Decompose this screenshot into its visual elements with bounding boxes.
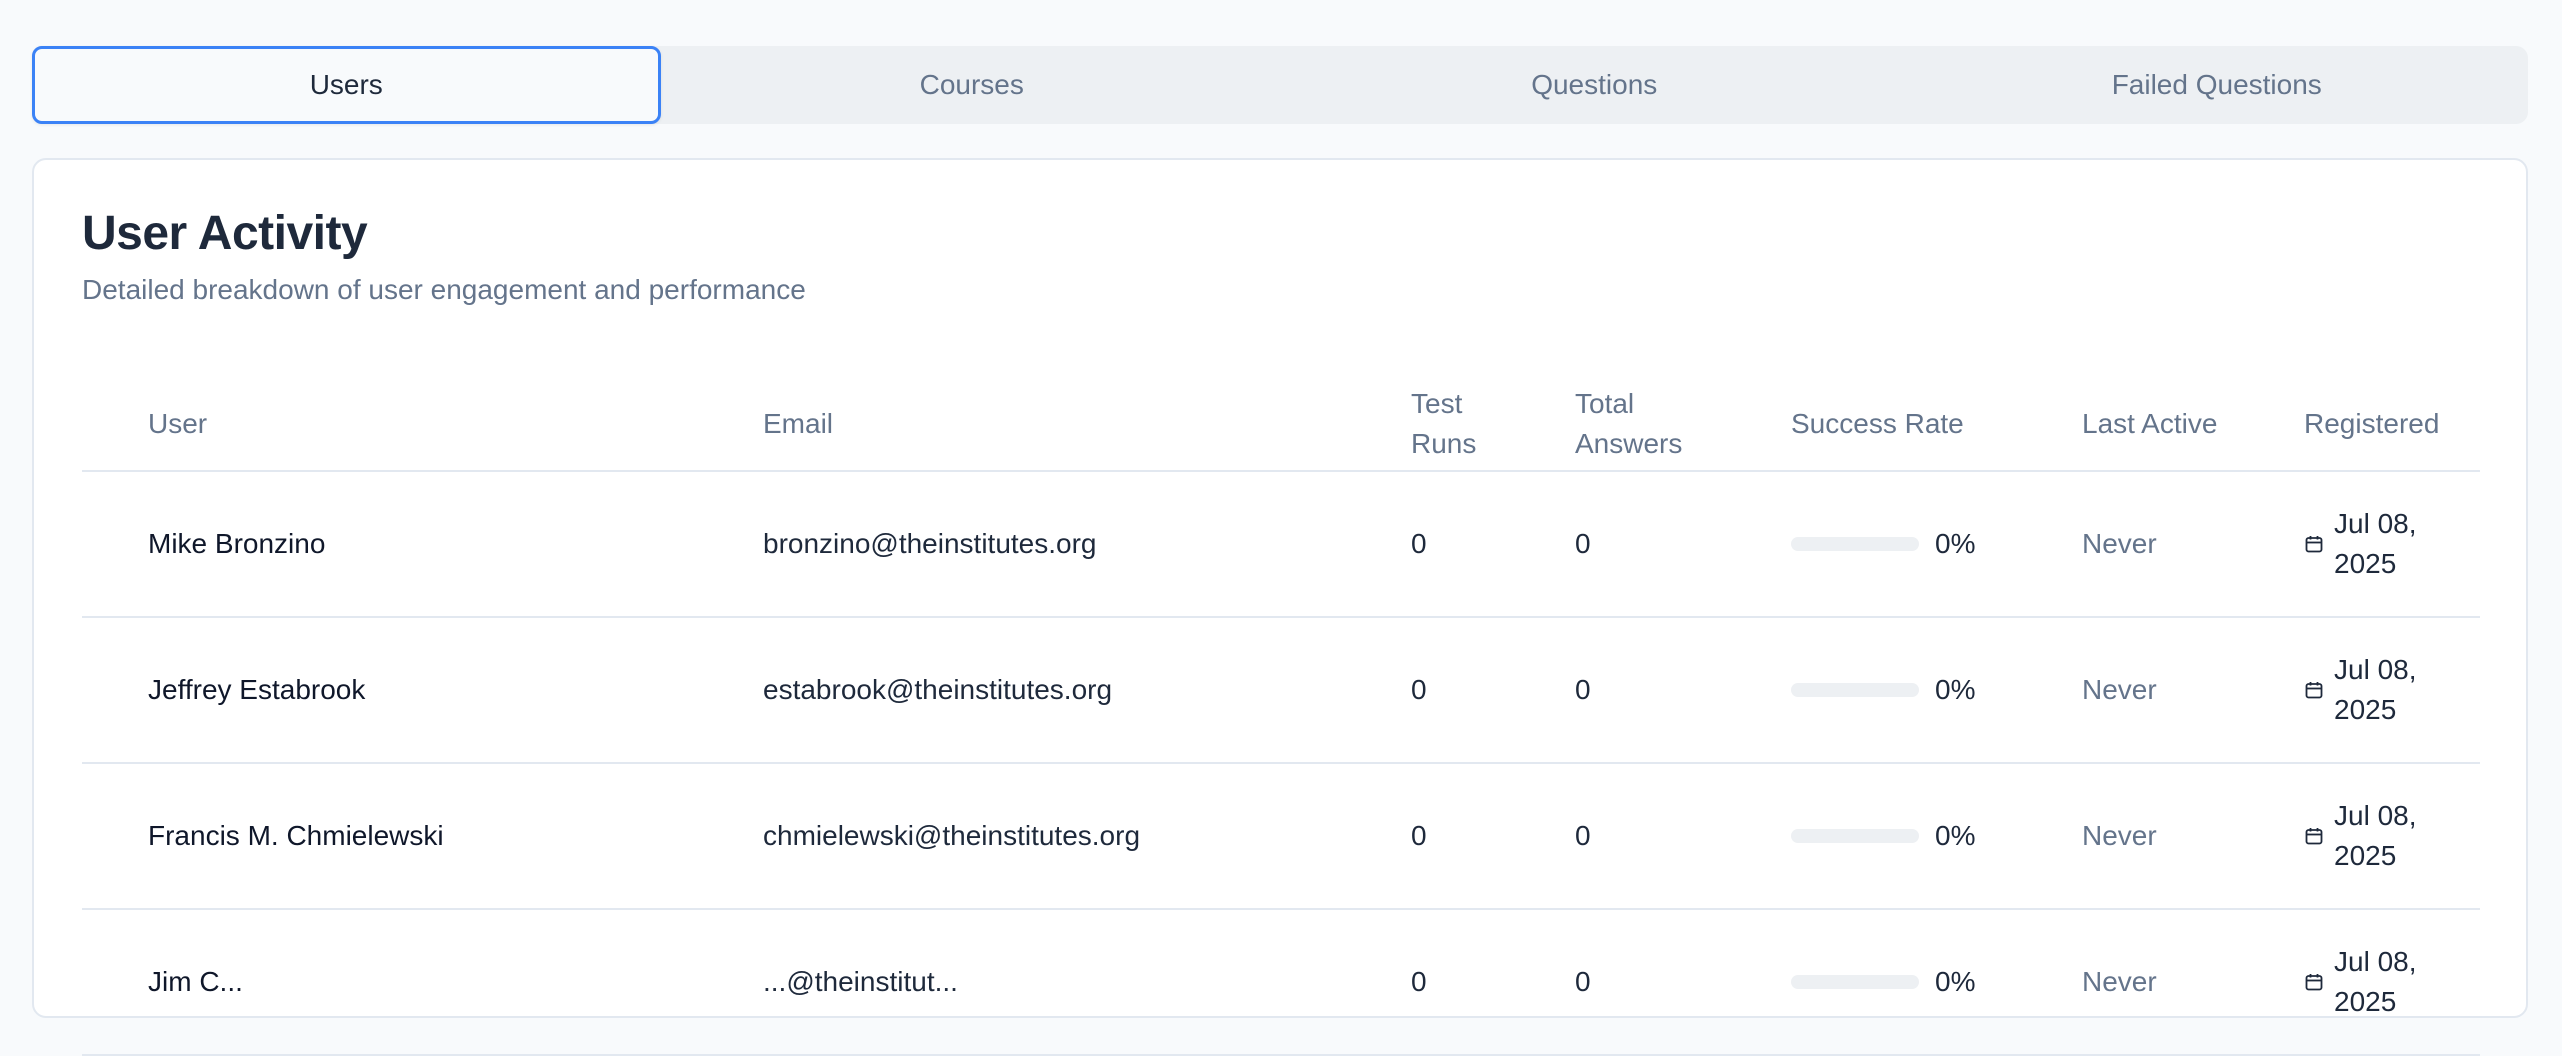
table-row[interactable]: Jeffrey Estabrook estabrook@theinstitutes… (82, 618, 2480, 764)
last-active-value: Never (2082, 528, 2157, 559)
user-activity-table: User Email Test Runs Total Answers Succe… (82, 360, 2480, 1056)
calendar-icon (2304, 534, 2324, 554)
total-answers-value: 0 (1575, 528, 1591, 559)
header-success-rate[interactable]: Success Rate (1791, 404, 1964, 444)
calendar-icon (2304, 972, 2324, 992)
last-active-value: Never (2082, 966, 2157, 997)
success-rate-value: 0% (1935, 966, 1976, 997)
registered-date: Jul 08, 2025 (2334, 800, 2417, 871)
tab-failed-questions[interactable]: Failed Questions (1906, 46, 2529, 124)
calendar-icon (2304, 826, 2324, 846)
header-user[interactable]: User (148, 404, 207, 444)
success-rate-value: 0% (1935, 820, 1976, 851)
success-rate-bar (1791, 829, 1919, 843)
user-name: Francis M. Chmielewski (148, 820, 444, 851)
header-last-active[interactable]: Last Active (2082, 404, 2217, 444)
registered-cell: Jul 08, 2025 (2304, 650, 2444, 730)
success-rate-bar (1791, 537, 1919, 551)
header-total-answers[interactable]: Total Answers (1575, 384, 1695, 464)
test-runs-value: 0 (1411, 674, 1427, 705)
table-row[interactable]: Jim C... ...@theinstitut... 0 0 0% Never Jul 0… (82, 910, 2480, 1056)
card-subtitle: Detailed breakdown of user engagement an… (82, 274, 806, 305)
registered-date: Jul 08, 2025 (2334, 654, 2417, 725)
user-email: chmielewski@theinstitutes.org (763, 820, 1141, 851)
test-runs-value: 0 (1411, 966, 1427, 997)
table-header: User Email Test Runs Total Answers Succe… (82, 360, 2480, 472)
tab-questions[interactable]: Questions (1283, 46, 1906, 124)
user-email: bronzino@theinstitutes.org (763, 528, 1097, 559)
user-name: Mike Bronzino (148, 528, 326, 559)
tab-users[interactable]: Users (32, 46, 661, 124)
header-test-runs[interactable]: Test Runs (1411, 384, 1531, 464)
card-title: User Activity (82, 207, 368, 260)
registered-cell: Jul 08, 2025 (2304, 942, 2444, 1022)
success-rate-bar (1791, 683, 1919, 697)
user-name: Jim C... (148, 966, 243, 997)
total-answers-value: 0 (1575, 820, 1591, 851)
user-activity-card: User Activity Detailed breakdown of user… (32, 158, 2528, 1056)
header-registered[interactable]: Registered (2304, 404, 2439, 444)
last-active-value: Never (2082, 674, 2157, 705)
last-active-value: Never (2082, 820, 2157, 851)
registered-cell: Jul 08, 2025 (2304, 796, 2444, 876)
total-answers-value: 0 (1575, 966, 1591, 997)
registered-cell: Jul 08, 2025 (2304, 504, 2444, 584)
test-runs-value: 0 (1411, 528, 1427, 559)
tab-courses[interactable]: Courses (661, 46, 1284, 124)
user-name: Jeffrey Estabrook (148, 674, 366, 705)
total-answers-value: 0 (1575, 674, 1591, 705)
table-row[interactable]: Francis M. Chmielewski chmielewski@theins… (82, 764, 2480, 910)
user-email: estabrook@theinstitutes.org (763, 674, 1113, 705)
tab-bar: Users Courses Questions Failed Questions (32, 46, 2528, 124)
user-email: ...@theinstitut... (763, 966, 958, 997)
success-rate-bar (1791, 975, 1919, 989)
table-row[interactable]: Mike Bronzino bronzino@theinstitutes.org 0… (82, 472, 2480, 618)
success-rate-value: 0% (1935, 528, 1976, 559)
calendar-icon (2304, 680, 2324, 700)
success-rate-value: 0% (1935, 674, 1976, 705)
header-email[interactable]: Email (763, 404, 833, 444)
registered-date: Jul 08, 2025 (2334, 946, 2417, 1017)
registered-date: Jul 08, 2025 (2334, 508, 2417, 579)
test-runs-value: 0 (1411, 820, 1427, 851)
